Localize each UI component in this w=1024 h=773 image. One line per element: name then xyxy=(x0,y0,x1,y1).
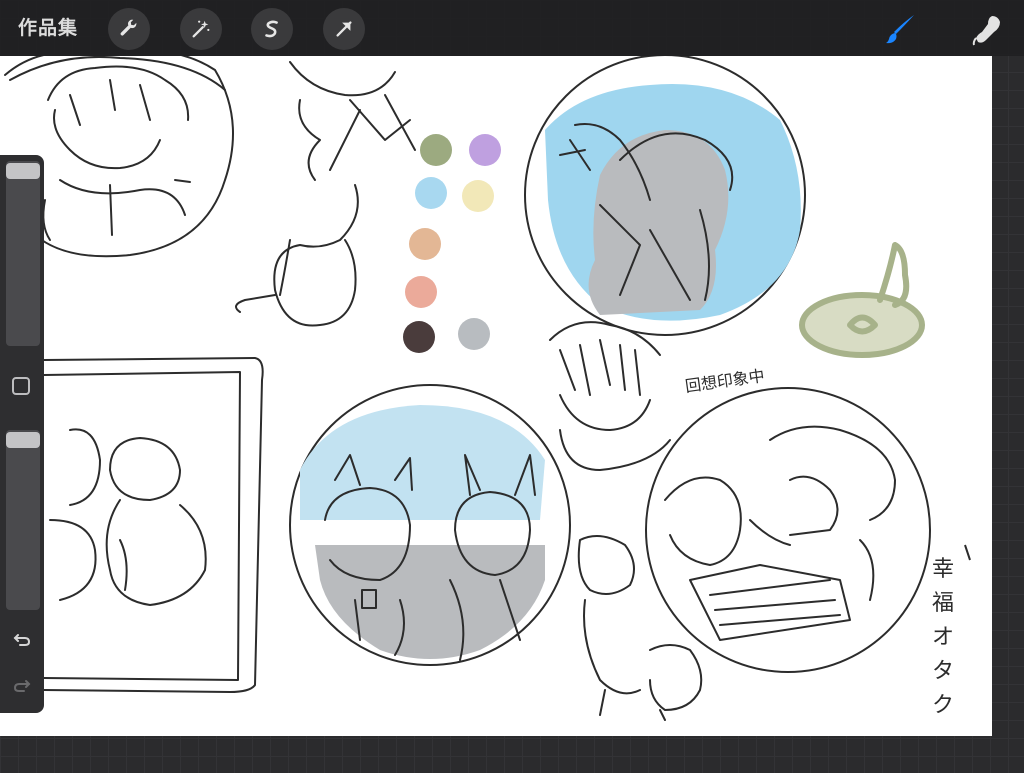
selection-button[interactable] xyxy=(251,8,293,50)
sketch-blue-circle-top xyxy=(524,56,806,336)
selection-s-icon xyxy=(265,20,278,38)
actions-button[interactable] xyxy=(108,8,150,50)
undo-button[interactable] xyxy=(10,627,34,651)
handwriting-char: 福 xyxy=(932,591,954,616)
opacity-slider[interactable] xyxy=(6,430,40,610)
wrench-icon xyxy=(120,19,137,36)
color-palette xyxy=(403,134,501,353)
left-sidebar xyxy=(0,155,44,713)
top-toolbar: 作品集 xyxy=(0,0,1024,56)
redo-button[interactable] xyxy=(10,673,34,697)
undo-icon xyxy=(13,634,31,646)
handwriting-char: オ xyxy=(932,625,954,650)
olive-object xyxy=(799,242,925,358)
modify-square-icon[interactable] xyxy=(12,377,30,395)
adjustments-button[interactable] xyxy=(180,8,222,50)
arrow-cursor-icon xyxy=(336,21,352,37)
smudge-tool-button[interactable] xyxy=(966,8,1008,50)
handwriting-char: ク xyxy=(932,693,954,718)
sketch-spiky-boy xyxy=(549,321,671,471)
drawing-canvas[interactable]: 回想印象中 幸 福 オ タ ク xyxy=(0,56,992,736)
sketch-right-circle xyxy=(645,387,931,673)
smudge-icon xyxy=(972,16,1000,46)
handwriting-char: 幸 xyxy=(932,557,954,582)
brush-size-slider[interactable] xyxy=(6,161,40,346)
brush-icon xyxy=(886,15,914,44)
brush-tool-button[interactable] xyxy=(880,8,922,50)
handwriting-char: タ xyxy=(932,659,954,684)
sketch-blue-circle-bottom xyxy=(289,384,571,666)
sketch-top-middle xyxy=(235,61,416,327)
gallery-button[interactable]: 作品集 xyxy=(18,14,78,42)
sketch-small-figures xyxy=(577,535,703,721)
opacity-slider-handle[interactable] xyxy=(6,432,40,448)
magic-wand-icon xyxy=(192,20,210,38)
redo-icon xyxy=(13,680,31,692)
brush-size-slider-handle[interactable] xyxy=(6,163,40,179)
sketch-left-frame xyxy=(43,357,264,693)
transform-button[interactable] xyxy=(323,8,365,50)
canvas-artwork: 回想印象中 幸 福 オ タ ク xyxy=(4,56,971,721)
